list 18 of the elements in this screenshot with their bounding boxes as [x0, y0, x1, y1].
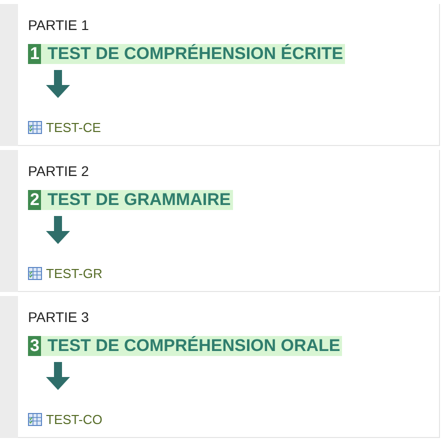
table-icon: [28, 267, 42, 280]
number-badge: 3: [28, 336, 42, 356]
section-heading: TEST DE COMPRÉHENSION ÉCRITE: [47, 44, 344, 64]
part-label: PARTIE 2: [28, 162, 89, 180]
section-heading: TEST DE GRAMMAIRE: [47, 190, 231, 210]
test-link[interactable]: TEST-GR: [28, 264, 102, 284]
part-label: PARTIE 1: [28, 16, 89, 34]
number-badge: 2: [28, 190, 42, 210]
number-badge: 1: [28, 44, 42, 64]
test-link[interactable]: TEST-CE: [28, 118, 101, 138]
table-icon: [28, 413, 42, 426]
part-label: PARTIE 3: [28, 308, 89, 326]
table-icon: [28, 121, 42, 134]
down-arrow-icon: [46, 362, 70, 390]
down-arrow-icon: [46, 216, 70, 244]
section-heading: TEST DE COMPRÉHENSION ORALE: [47, 336, 340, 356]
test-link[interactable]: TEST-CO: [28, 410, 102, 430]
down-arrow-icon: [46, 70, 70, 98]
